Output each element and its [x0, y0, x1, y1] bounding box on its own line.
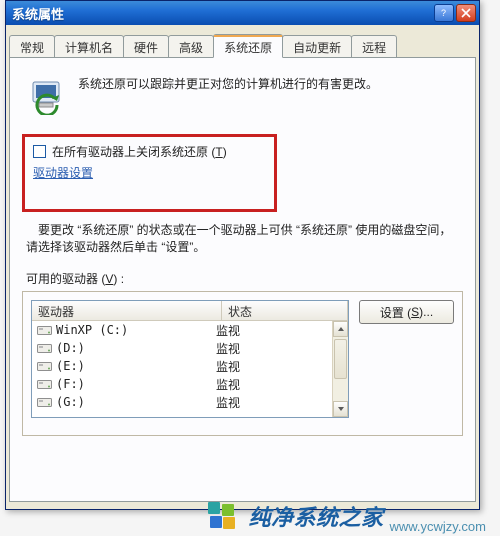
system-restore-icon: [26, 74, 68, 116]
table-row[interactable]: (G:) 监视: [32, 393, 348, 411]
drive-status: 监视: [216, 340, 348, 357]
drive-icon: [36, 323, 52, 337]
table-row[interactable]: (D:) 监视: [32, 339, 348, 357]
drive-name: (F:): [56, 377, 85, 391]
scroll-up-button[interactable]: [333, 321, 348, 337]
drive-icon: [36, 395, 52, 409]
drive-icon: [36, 377, 52, 391]
drive-name: WinXP (C:): [56, 323, 128, 337]
tab-hardware[interactable]: 硬件: [123, 35, 169, 57]
table-row[interactable]: (F:) 监视: [32, 375, 348, 393]
drive-list-header: 驱动器 状态: [32, 301, 348, 321]
window-buttons: ?: [434, 4, 476, 22]
drive-list[interactable]: 驱动器 状态 WinXP (C:)监视(D:)监视(E:)监视(F:)监视(G:…: [31, 300, 349, 418]
watermark: 纯净系统之家 www.ycwjzy.com: [208, 500, 486, 532]
disable-all-drives-label: 在所有驱动器上关闭系统还原 (T): [52, 143, 227, 160]
table-row[interactable]: (E:) 监视: [32, 357, 348, 375]
highlight-box: 在所有驱动器上关闭系统还原 (T) 驱动器设置: [22, 134, 277, 212]
scroll-track[interactable]: [333, 337, 348, 401]
available-drives-label: 可用的驱动器 (V) :: [26, 270, 461, 287]
drive-name: (E:): [56, 359, 85, 373]
column-header-status[interactable]: 状态: [222, 301, 348, 320]
intro-text: 系统还原可以跟踪并更正对您的计算机进行的有害更改。: [78, 74, 459, 92]
close-button[interactable]: [456, 4, 476, 22]
tabstrip: 常规 计算机名 硬件 高级 系统还原 自动更新 远程: [6, 25, 479, 57]
scroll-thumb[interactable]: [334, 339, 347, 379]
drive-name: (G:): [56, 395, 85, 409]
column-header-drive[interactable]: 驱动器: [32, 301, 222, 320]
drive-status: 监视: [216, 376, 348, 393]
tab-general[interactable]: 常规: [9, 35, 55, 57]
window-title: 系统属性: [12, 4, 64, 23]
drive-name: (D:): [56, 341, 85, 355]
drive-icon: [36, 341, 52, 355]
tab-remote[interactable]: 远程: [351, 35, 397, 57]
tab-advanced[interactable]: 高级: [168, 35, 214, 57]
watermark-logo-icon: [208, 502, 238, 530]
drive-status: 监视: [216, 358, 348, 375]
svg-text:?: ?: [441, 8, 446, 18]
settings-button[interactable]: 设置 (S)...: [359, 300, 454, 324]
watermark-url: www.ycwjzy.com: [389, 519, 486, 534]
checkbox-icon: [33, 145, 46, 158]
intro-row: 系统还原可以跟踪并更正对您的计算机进行的有害更改。: [26, 74, 459, 116]
watermark-brand: 纯净系统之家: [248, 500, 383, 532]
scrollbar[interactable]: [332, 321, 348, 417]
titlebar[interactable]: 系统属性 ?: [6, 1, 479, 25]
scroll-down-button[interactable]: [333, 401, 348, 417]
disable-all-drives-checkbox[interactable]: 在所有驱动器上关闭系统还原 (T): [33, 143, 266, 160]
drives-groupbox: 驱动器 状态 WinXP (C:)监视(D:)监视(E:)监视(F:)监视(G:…: [22, 291, 463, 436]
tabpanel-system-restore: 系统还原可以跟踪并更正对您的计算机进行的有害更改。 在所有驱动器上关闭系统还原 …: [9, 57, 476, 502]
drive-settings-link[interactable]: 驱动器设置: [33, 164, 93, 181]
help-button[interactable]: ?: [434, 4, 454, 22]
tab-auto-update[interactable]: 自动更新: [282, 35, 352, 57]
drive-status: 监视: [216, 322, 348, 339]
tab-system-restore[interactable]: 系统还原: [213, 34, 283, 58]
drive-list-body: WinXP (C:) 监视 (D:) 监视 (E:) 监视 (F:) 监视 (G:) 监视: [32, 321, 348, 417]
table-row[interactable]: WinXP (C:) 监视: [32, 321, 348, 339]
drive-status: 监视: [216, 394, 348, 411]
description-text: 要更改 “系统还原” 的状态或在一个驱动器上可供 “系统还原” 使用的磁盘空间，…: [26, 222, 459, 256]
tab-computer-name[interactable]: 计算机名: [54, 35, 124, 57]
system-properties-window: 系统属性 ? 常规 计算机名 硬件 高级 系统还原 自动更新 远程: [5, 0, 480, 510]
drive-icon: [36, 359, 52, 373]
